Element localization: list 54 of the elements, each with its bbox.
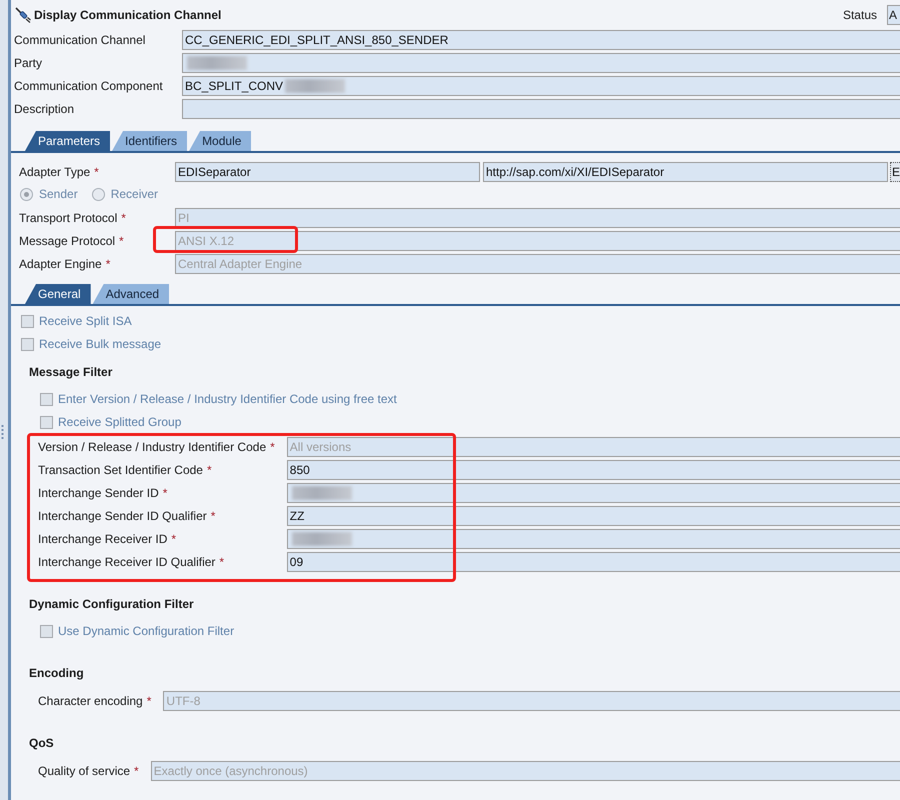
tab[interactable]: Advanced	[92, 284, 170, 304]
field-label: Interchange Receiver ID Qualifier	[38, 555, 216, 569]
field-label: Communication Channel	[14, 33, 146, 47]
required-mark: *	[119, 234, 124, 248]
field-label: Interchange Sender ID	[38, 486, 159, 500]
status-label: Status	[842, 8, 877, 22]
input-field[interactable]	[286, 529, 900, 549]
field-label: Transaction Set Identifier Code	[38, 463, 203, 477]
field-label: Quality of service	[38, 764, 130, 778]
required-mark: *	[134, 764, 139, 778]
input-field[interactable]: EDISeparator	[175, 162, 480, 182]
field-label: Adapter Type	[19, 165, 90, 179]
required-mark: *	[94, 165, 99, 179]
input-field[interactable]	[182, 53, 900, 73]
status-field[interactable]: A	[887, 5, 900, 25]
input-field[interactable]	[182, 99, 900, 119]
field-label: Adapter Engine	[19, 257, 102, 271]
section-heading: Dynamic Configuration Filter	[29, 596, 194, 612]
field-label: Interchange Receiver ID	[38, 532, 168, 546]
field-label: Interchange Sender ID Qualifier	[38, 509, 207, 523]
required-mark: *	[206, 463, 212, 477]
input-field[interactable]: BC_SPLIT_CONV	[182, 76, 900, 96]
tab[interactable]: General	[25, 284, 91, 304]
field-label: Party	[14, 56, 44, 70]
input-field[interactable]: ZZ	[286, 506, 900, 526]
required-mark: *	[270, 440, 275, 454]
required-mark: *	[210, 509, 216, 523]
input-field[interactable]: 09	[286, 552, 900, 572]
input-field[interactable]: http://sap.com/xi/XI/EDISeparator	[483, 162, 888, 182]
required-mark: *	[171, 532, 176, 546]
input-field[interactable]: 850	[286, 460, 900, 480]
input-field[interactable]	[286, 483, 900, 503]
field-label: Character encoding	[38, 694, 143, 708]
field-label: Transport Protocol	[19, 211, 118, 225]
splitter-grip-icon[interactable]	[1, 425, 4, 440]
value-help-button[interactable]: E	[890, 162, 900, 182]
required-mark: *	[121, 211, 126, 225]
required-mark: *	[162, 486, 168, 500]
field-label: Version / Release / Industry Identifier Code	[38, 440, 266, 454]
tab[interactable]: Parameters	[25, 131, 110, 151]
input-field[interactable]: CC_GENERIC_EDI_SPLIT_ANSI_850_SENDER	[182, 30, 900, 50]
section-heading: Message Filter	[29, 364, 112, 380]
plug-icon	[15, 7, 31, 23]
required-mark: *	[219, 555, 224, 569]
field-label: Message Protocol	[19, 234, 116, 248]
required-mark: *	[146, 694, 152, 708]
field-label: Description	[14, 102, 76, 116]
required-mark: *	[106, 257, 110, 271]
tab[interactable]: Identifiers	[112, 131, 188, 151]
tab[interactable]: Module	[189, 131, 252, 151]
window-title: Display Communication Channel	[34, 8, 222, 22]
section-heading: QoS	[29, 735, 54, 751]
field-label: Communication Component	[14, 79, 164, 93]
section-heading: Encoding	[29, 665, 84, 681]
